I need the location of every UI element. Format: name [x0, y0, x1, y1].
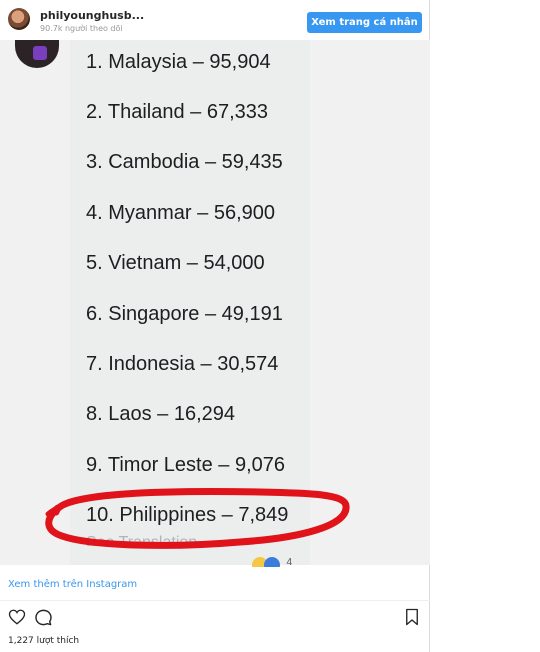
list-item: 7. Indonesia – 30,574 [86, 353, 279, 375]
reaction-icons: 4 [252, 557, 292, 567]
list-item: 3. Cambodia – 59,435 [86, 151, 283, 173]
comment-icon[interactable] [34, 608, 53, 627]
view-profile-button[interactable]: Xem trang cá nhân [307, 12, 422, 33]
list-item: 4. Myanmar – 56,900 [86, 202, 275, 224]
list-item: 5. Vietnam – 54,000 [86, 252, 265, 274]
list-item: 1. Malaysia – 95,904 [86, 51, 271, 73]
list-item: 8. Laos – 16,294 [86, 403, 236, 425]
like-count: 1,227 lượt thích [8, 636, 80, 646]
cropped-text-line [86, 40, 186, 46]
divider [0, 600, 430, 601]
like-reaction-icon [264, 557, 280, 567]
list-item: 6. Singapore – 49,191 [86, 303, 283, 325]
list-item: 2. Thailand – 67,333 [86, 101, 269, 123]
bookmark-icon[interactable] [404, 608, 420, 626]
follower-count: 90.7k người theo dõi [40, 24, 123, 33]
reaction-count: 4 [286, 557, 293, 567]
heart-icon[interactable] [8, 608, 26, 626]
profile-thumbnail [15, 40, 59, 68]
action-bar [0, 606, 430, 628]
username[interactable]: philyounghusb... [40, 9, 144, 22]
view-on-instagram-link[interactable]: Xem thêm trên Instagram [8, 579, 137, 590]
list-item: 10. Philippines – 7,849 [86, 504, 289, 526]
post-header: philyounghusb... 90.7k người theo dõi Xe… [0, 0, 430, 40]
instagram-embed-card: philyounghusb... 90.7k người theo dõi Xe… [0, 0, 430, 652]
list-item: 9. Timor Leste – 9,076 [86, 454, 286, 476]
avatar[interactable] [8, 8, 30, 30]
see-translation-link: See Translation [86, 534, 198, 546]
